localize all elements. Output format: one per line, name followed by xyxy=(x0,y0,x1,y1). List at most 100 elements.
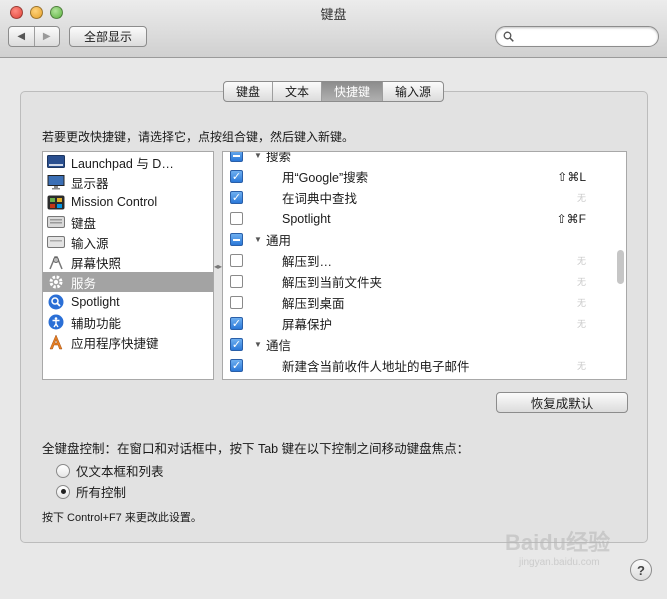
category-label: 输入源 xyxy=(71,236,109,251)
split-handle[interactable]: ◂▸ xyxy=(214,262,222,271)
category-label: 应用程序快捷键 xyxy=(71,336,159,351)
checkbox[interactable] xyxy=(230,296,243,309)
forward-button[interactable]: ▶ xyxy=(33,27,60,46)
category-item[interactable]: 屏幕快照 xyxy=(43,252,213,272)
shortcut-row[interactable]: ✓ 新建含当前收件人地址的电子邮件 无 xyxy=(223,355,626,376)
search-field[interactable] xyxy=(495,26,659,47)
checkbox[interactable]: ✓ xyxy=(230,317,243,330)
category-item[interactable]: 输入源 xyxy=(43,232,213,252)
mission-control-icon xyxy=(47,195,65,210)
category-label: Launchpad 与 D… xyxy=(71,156,174,171)
category-label: 显示器 xyxy=(71,176,109,191)
launchpad-icon xyxy=(47,155,65,170)
checkbox[interactable] xyxy=(230,275,243,288)
disclosure-triangle-icon[interactable]: ▼ xyxy=(254,340,262,349)
scrollbar-thumb[interactable] xyxy=(617,250,624,284)
shortcut-label: 屏幕保护 xyxy=(282,318,333,332)
shortcut-keys[interactable]: ⇧⌘F xyxy=(557,212,586,226)
services-gear-icon xyxy=(47,275,65,290)
category-item[interactable]: Spotlight xyxy=(43,292,213,312)
category-label: 辅助功能 xyxy=(71,316,122,331)
radio-button[interactable] xyxy=(56,463,70,478)
watermark-main: Baidu经验 xyxy=(505,530,611,555)
radio-all-controls[interactable]: 所有控制 xyxy=(56,482,126,501)
help-button[interactable]: ? xyxy=(630,559,652,581)
shortcut-row[interactable]: ✓ 用“Google”搜索 ⇧⌘L xyxy=(223,166,626,187)
shortcut-keys[interactable]: 无 xyxy=(577,359,586,372)
shortcut-list[interactable]: ▼ 搜索 ✓ 用“Google”搜索 ⇧⌘L ✓ 在词典中查找无 Spotlight ⇧⌘F ▼ 通… xyxy=(222,151,627,380)
category-label: 键盘 xyxy=(71,216,97,231)
shortcut-label: 在词典中查找 xyxy=(282,192,358,206)
category-label: Spotlight xyxy=(71,295,120,309)
search-icon xyxy=(503,31,514,42)
shortcut-label: 新建含所选文本的电子邮件 xyxy=(282,377,432,379)
radio-text-boxes-lists[interactable]: 仅文本框和列表 xyxy=(56,461,164,480)
tab-keyboard[interactable]: 键盘 xyxy=(224,82,272,101)
category-item[interactable]: 应用程序快捷键 xyxy=(43,332,213,352)
shortcut-keys[interactable]: 无 xyxy=(577,191,586,204)
shortcut-keys[interactable]: 无 xyxy=(577,275,586,288)
shortcut-group-row[interactable]: ✓ ▼ 通信 xyxy=(223,334,626,355)
checkbox[interactable]: ✓ xyxy=(230,191,243,204)
restore-defaults-button[interactable]: 恢复成默认 xyxy=(496,392,628,413)
radio-label: 所有控制 xyxy=(76,486,127,500)
preferences-window: 键盘 ◀ ▶ 全部显示 键盘 文本 快捷键 输入源 若要更改快捷键，请选择它，点… xyxy=(0,0,667,599)
category-list[interactable]: Launchpad 与 D… 显示器 Mission Control 键盘输入源 屏幕快… xyxy=(42,151,214,380)
shortcut-row[interactable]: ✓新建含所选文本的电子邮件 xyxy=(223,376,626,379)
category-item[interactable]: Mission Control xyxy=(43,192,213,212)
shortcut-row[interactable]: ✓ 在词典中查找 无 xyxy=(223,187,626,208)
shortcut-row[interactable]: 解压到当前文件夹 无 xyxy=(223,271,626,292)
tab-text[interactable]: 文本 xyxy=(272,82,321,101)
category-label: 服务 xyxy=(71,276,97,291)
radio-label: 仅文本框和列表 xyxy=(76,465,164,479)
accessibility-icon xyxy=(47,314,65,330)
shortcut-label: 用“Google”搜索 xyxy=(282,171,369,185)
window-title: 键盘 xyxy=(320,7,347,22)
category-item[interactable]: 服务 xyxy=(43,272,213,292)
radio-button[interactable] xyxy=(56,484,70,499)
title-bar: 键盘 ◀ ▶ 全部显示 xyxy=(0,0,667,58)
group-label: 通信 xyxy=(266,339,292,353)
category-item[interactable]: Launchpad 与 D… xyxy=(43,152,213,172)
back-forward-control: ◀ ▶ xyxy=(8,26,60,47)
tab-shortcuts[interactable]: 快捷键 xyxy=(321,82,383,101)
tab-bar: 键盘 文本 快捷键 输入源 xyxy=(223,81,445,102)
checkbox[interactable]: ✓ xyxy=(230,338,243,351)
checkbox[interactable] xyxy=(230,152,243,162)
shortcut-keys[interactable]: 无 xyxy=(577,254,586,267)
shortcut-label: 解压到当前文件夹 xyxy=(282,276,383,290)
back-button[interactable]: ◀ xyxy=(9,27,34,46)
hint-text: 按下 Control+F7 来更改此设置。 xyxy=(42,512,202,524)
shortcut-group-row[interactable]: ▼ 搜索 xyxy=(223,152,626,166)
display-icon xyxy=(47,174,65,190)
instruction-text: 若要更改快捷键，请选择它，点按组合键，然后键入新键。 xyxy=(42,130,355,144)
watermark-sub: jingyan.baidu.com xyxy=(519,557,600,568)
checkbox[interactable] xyxy=(230,212,243,225)
category-item[interactable]: 显示器 xyxy=(43,172,213,192)
disclosure-triangle-icon[interactable]: ▼ xyxy=(254,152,262,160)
tab-input-sources[interactable]: 输入源 xyxy=(382,82,443,101)
shortcut-keys[interactable]: ⇧⌘L xyxy=(557,170,586,184)
shortcut-group-row[interactable]: ▼ 通用 xyxy=(223,229,626,250)
shortcut-keys[interactable]: 无 xyxy=(577,317,586,330)
checkbox[interactable] xyxy=(230,254,243,267)
shortcut-keys[interactable]: 无 xyxy=(577,296,586,309)
shortcut-row[interactable]: ✓ 屏幕保护 无 xyxy=(223,313,626,334)
watermark: Baidu经验 jingyan.baidu.com xyxy=(505,525,610,568)
disclosure-triangle-icon[interactable]: ▼ xyxy=(254,235,262,244)
checkbox[interactable] xyxy=(230,233,243,246)
input-source-icon xyxy=(47,235,65,250)
checkbox[interactable]: ✓ xyxy=(230,170,243,183)
category-item[interactable]: 辅助功能 xyxy=(43,312,213,332)
keyboard-control-label: 全键盘控制：在窗口和对话框中，按下 Tab 键在以下控制之间移动键盘焦点： xyxy=(42,442,470,456)
checkbox[interactable]: ✓ xyxy=(230,359,243,372)
screenshot-icon xyxy=(47,255,65,270)
shortcut-label: 解压到… xyxy=(282,255,333,269)
shortcut-row[interactable]: 解压到… 无 xyxy=(223,250,626,271)
shortcut-row[interactable]: Spotlight ⇧⌘F xyxy=(223,208,626,229)
category-item[interactable]: 键盘 xyxy=(43,212,213,232)
category-label: Mission Control xyxy=(71,195,158,209)
spotlight-icon xyxy=(47,294,65,310)
shortcut-row[interactable]: 解压到桌面 无 xyxy=(223,292,626,313)
show-all-button[interactable]: 全部显示 xyxy=(69,26,147,47)
